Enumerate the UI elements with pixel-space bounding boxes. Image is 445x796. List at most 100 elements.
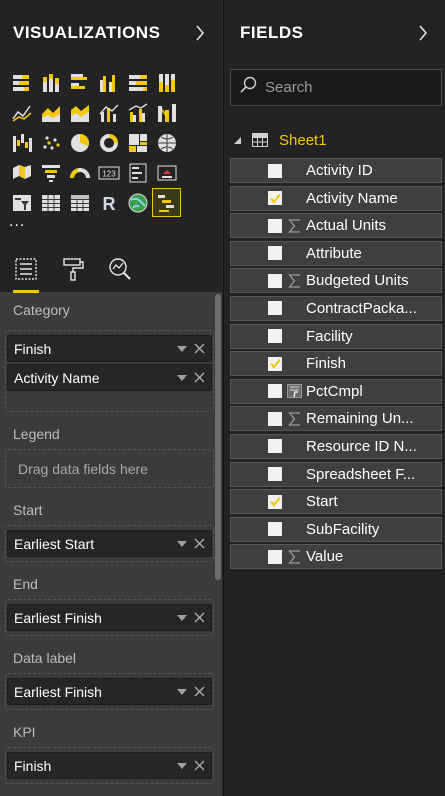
- waterfall-icon[interactable]: [8, 129, 35, 156]
- pill-label: Activity Name: [14, 369, 100, 386]
- collapse-fields-chevron-icon[interactable]: [413, 23, 433, 43]
- end-well[interactable]: Earliest Finish: [5, 599, 214, 636]
- scatter-icon[interactable]: [37, 129, 64, 156]
- checkbox[interactable]: [268, 301, 282, 316]
- checkbox-checked[interactable]: [268, 191, 282, 206]
- checkbox[interactable]: [268, 439, 282, 454]
- checkbox-checked[interactable]: [268, 494, 282, 509]
- close-icon[interactable]: [190, 683, 208, 701]
- pie-chart-icon[interactable]: [66, 129, 93, 156]
- tab-analytics[interactable]: [105, 252, 135, 286]
- chevron-down-icon[interactable]: [174, 684, 190, 700]
- category-pill-finish[interactable]: Finish: [7, 335, 212, 362]
- checkbox[interactable]: [268, 411, 282, 426]
- start-well[interactable]: Earliest Start: [5, 525, 214, 562]
- checkbox[interactable]: [268, 163, 282, 178]
- field-row[interactable]: Attribute: [230, 240, 442, 266]
- r-visual-icon[interactable]: R: [95, 189, 122, 216]
- close-icon[interactable]: [190, 340, 208, 358]
- multirow-card-icon[interactable]: [124, 159, 151, 186]
- gauge-icon[interactable]: [66, 159, 93, 186]
- checkbox-checked[interactable]: [268, 356, 282, 371]
- checkbox[interactable]: [268, 384, 282, 399]
- globe-icon[interactable]: [124, 189, 151, 216]
- funnel-icon[interactable]: [37, 159, 64, 186]
- percent-column-icon[interactable]: [153, 69, 180, 96]
- stacked-area-icon[interactable]: [66, 99, 93, 126]
- line-clustered-column-icon[interactable]: [124, 99, 151, 126]
- close-icon[interactable]: [190, 609, 208, 627]
- close-icon[interactable]: [190, 757, 208, 775]
- map-icon[interactable]: [153, 129, 180, 156]
- field-row[interactable]: Activity Name: [230, 185, 442, 211]
- kpi-well[interactable]: Finish: [5, 747, 214, 784]
- stacked-column-icon[interactable]: [37, 69, 64, 96]
- checkbox[interactable]: [268, 246, 282, 261]
- pill-label: Finish: [14, 340, 52, 357]
- expand-triangle-icon[interactable]: [230, 136, 244, 145]
- chevron-down-icon[interactable]: [174, 758, 190, 774]
- slicer-icon[interactable]: [8, 189, 35, 216]
- search-input[interactable]: [265, 79, 445, 96]
- data-label-pill-earliest-finish[interactable]: Earliest Finish: [7, 678, 212, 705]
- data-label-well[interactable]: Earliest Finish: [5, 673, 214, 710]
- line-column-icon[interactable]: [95, 99, 122, 126]
- card-icon[interactable]: 123: [95, 159, 122, 186]
- checkbox[interactable]: [268, 273, 282, 288]
- checkbox[interactable]: [268, 549, 282, 564]
- chevron-down-icon[interactable]: [174, 536, 190, 552]
- close-icon[interactable]: [190, 535, 208, 553]
- checkbox[interactable]: [268, 329, 282, 344]
- legend-well[interactable]: Drag data fields here: [5, 449, 214, 488]
- checkbox[interactable]: [268, 467, 282, 482]
- stacked-bar-icon[interactable]: [8, 69, 35, 96]
- field-row[interactable]: Spreadsheet F...: [230, 461, 442, 487]
- field-row[interactable]: Finish: [230, 351, 442, 377]
- table-node-sheet1[interactable]: Sheet1: [230, 128, 327, 152]
- search-box[interactable]: [230, 69, 445, 106]
- chevron-down-icon[interactable]: [174, 610, 190, 626]
- checkbox[interactable]: [268, 522, 282, 537]
- field-name: PctCmpl: [306, 382, 363, 400]
- donut-chart-icon[interactable]: [95, 129, 122, 156]
- wells-scrollbar[interactable]: [215, 294, 221, 580]
- end-pill-earliest-finish[interactable]: Earliest Finish: [7, 604, 212, 631]
- start-well-label: Start: [13, 502, 43, 518]
- gantt-icon[interactable]: [152, 188, 181, 217]
- percent-bar-icon[interactable]: [124, 69, 151, 96]
- field-row[interactable]: Activity ID: [230, 158, 442, 183]
- checkbox[interactable]: [268, 218, 282, 233]
- data-label-well-label: Data label: [13, 650, 77, 666]
- field-row[interactable]: Resource ID N...: [230, 433, 442, 459]
- field-row[interactable]: Value: [230, 544, 442, 570]
- chevron-down-icon[interactable]: [174, 341, 190, 357]
- close-icon[interactable]: [190, 369, 208, 387]
- clustered-bar-icon[interactable]: [66, 69, 93, 96]
- line-chart-icon[interactable]: [8, 99, 35, 126]
- field-row[interactable]: Start: [230, 489, 442, 515]
- field-row[interactable]: ContractPacka...: [230, 295, 442, 321]
- field-row[interactable]: Remaining Un...: [230, 406, 442, 432]
- filled-map-icon[interactable]: [8, 159, 35, 186]
- matrix-icon[interactable]: [66, 189, 93, 216]
- category-well[interactable]: Finish Activity Name: [5, 330, 214, 412]
- kpi-pill-finish[interactable]: Finish: [7, 752, 212, 779]
- kpi-icon[interactable]: [153, 159, 180, 186]
- field-row[interactable]: Facility: [230, 323, 442, 349]
- visualizations-header: VISUALIZATIONS: [0, 0, 222, 66]
- start-pill-earliest-start[interactable]: Earliest Start: [7, 530, 212, 557]
- ribbon-chart-icon[interactable]: [153, 99, 180, 126]
- field-row[interactable]: Budgeted Units: [230, 268, 442, 294]
- field-row[interactable]: SubFacility: [230, 516, 442, 542]
- field-row[interactable]: PctCmpl: [230, 378, 442, 404]
- category-pill-activity-name[interactable]: Activity Name: [7, 364, 212, 391]
- table-icon[interactable]: [37, 189, 64, 216]
- tab-format[interactable]: [58, 252, 88, 286]
- collapse-visualizations-chevron-icon[interactable]: [190, 23, 210, 43]
- chevron-down-icon[interactable]: [174, 370, 190, 386]
- treemap-icon[interactable]: [124, 129, 151, 156]
- tab-fields-wells[interactable]: [11, 252, 41, 293]
- clustered-column-icon[interactable]: [95, 69, 122, 96]
- area-chart-icon[interactable]: [37, 99, 64, 126]
- field-row[interactable]: Actual Units: [230, 213, 442, 239]
